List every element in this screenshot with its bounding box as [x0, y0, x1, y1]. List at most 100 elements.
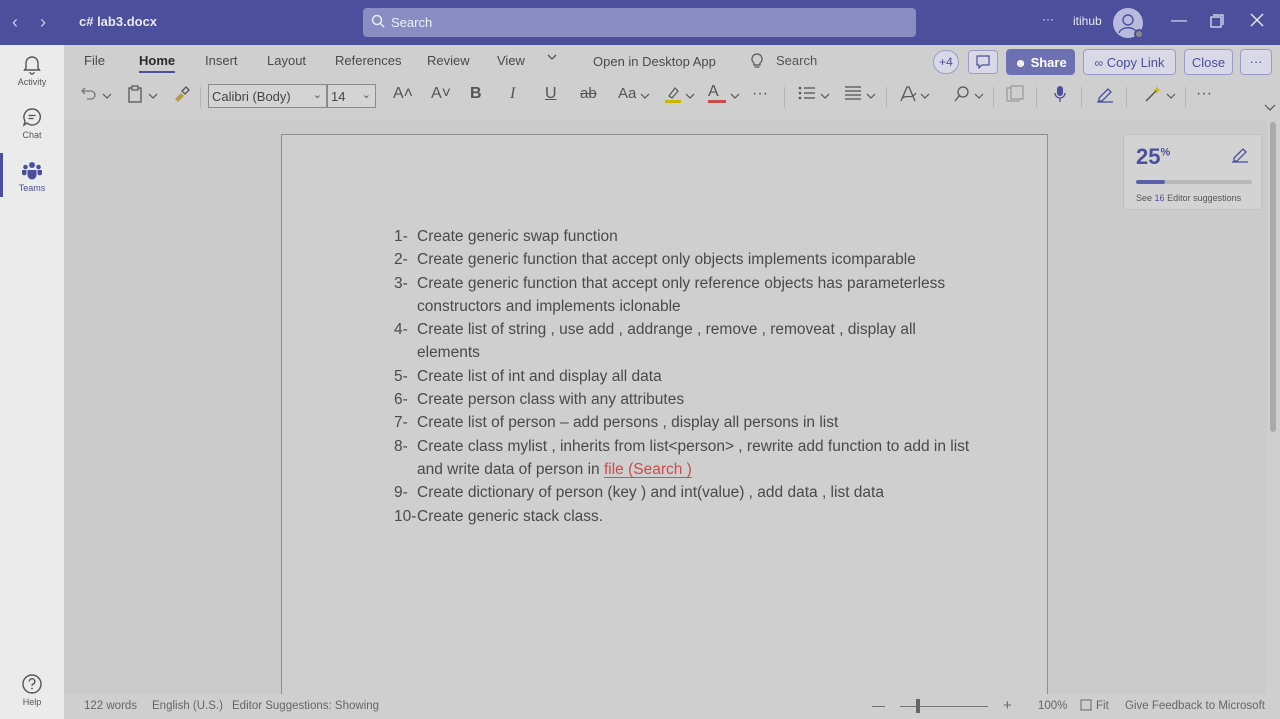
align-chevron-icon[interactable] — [866, 88, 876, 106]
reuse-file-icon[interactable] — [1006, 85, 1024, 108]
more-font-options-icon[interactable]: ··· — [752, 85, 768, 103]
editor-suggestions-link[interactable]: See 16 Editor suggestions — [1136, 193, 1241, 203]
list-item[interactable]: 4- Create list of string , use add , addr… — [394, 318, 974, 365]
clipboard-chevron-icon[interactable] — [148, 88, 158, 106]
tab-review[interactable]: Review — [427, 53, 470, 68]
more-toolbar-icon[interactable]: ··· — [1196, 85, 1212, 103]
ribbon-search[interactable]: Search — [776, 53, 817, 68]
format-painter-icon[interactable] — [172, 85, 190, 108]
designer-wand-icon[interactable] — [1144, 85, 1162, 108]
close-window-icon[interactable] — [1250, 13, 1264, 32]
rail-item-help[interactable]: Help — [0, 673, 64, 707]
open-desktop-app-link[interactable]: Open in Desktop App — [593, 54, 716, 69]
rail-item-teams[interactable]: Teams — [0, 159, 64, 193]
divider — [886, 87, 887, 107]
list-text: Create generic stack class. — [417, 507, 604, 525]
rail-item-activity[interactable]: Activity — [0, 53, 64, 87]
editor-pen-icon[interactable] — [1096, 85, 1114, 108]
comments-button[interactable] — [968, 50, 998, 74]
undo-icon[interactable] — [80, 85, 98, 106]
share-button[interactable]: ☻ Share — [1006, 49, 1075, 75]
divider — [1126, 87, 1127, 107]
change-case-button[interactable]: Aa — [618, 85, 636, 102]
align-icon[interactable] — [844, 85, 862, 106]
font-name-value: Calibri (Body) — [212, 89, 291, 104]
presence-dot — [1134, 29, 1144, 39]
list-item[interactable]: 2- Create generic function that accept on… — [394, 248, 974, 271]
tab-layout[interactable]: Layout — [267, 53, 306, 68]
tab-home[interactable]: Home — [139, 53, 176, 73]
shrink-font-icon[interactable]: A˅ — [431, 85, 451, 103]
zoom-level[interactable]: 100% — [1038, 700, 1067, 712]
underline-button[interactable]: U — [545, 85, 557, 103]
styles-icon[interactable] — [899, 85, 917, 108]
collaborators-badge[interactable]: +4 — [933, 50, 959, 74]
word-count[interactable]: 122 words — [84, 700, 137, 712]
tab-references[interactable]: References — [335, 53, 401, 68]
list-item[interactable]: 3- Create generic function that accept on… — [394, 272, 974, 319]
list-number: 5- — [394, 367, 408, 385]
vertical-scrollbar[interactable] — [1267, 120, 1280, 694]
highlight-icon[interactable] — [664, 85, 682, 108]
list-text: Create person class with any attributes — [417, 391, 685, 409]
minimize-icon[interactable]: — — [1171, 12, 1187, 30]
rail-label: Help — [22, 697, 42, 707]
list-item[interactable]: 9- Create dictionary of person (key ) and… — [394, 481, 974, 504]
grow-font-icon[interactable]: A˄ — [393, 85, 413, 103]
restore-icon[interactable] — [1210, 14, 1224, 33]
editor-score-value: 25 — [1136, 144, 1161, 169]
dictate-microphone-icon[interactable] — [1053, 85, 1067, 108]
zoom-in-button[interactable]: + — [1003, 697, 1012, 714]
fit-button[interactable]: Fit — [1096, 700, 1109, 712]
avatar[interactable] — [1113, 8, 1144, 39]
back-arrow-icon[interactable]: ‹ — [12, 12, 18, 33]
list-item[interactable]: 6- Create person class with any attribute… — [394, 388, 974, 411]
tab-file[interactable]: File — [84, 53, 105, 68]
global-search-box[interactable]: Search — [363, 8, 916, 37]
styles-chevron-icon[interactable] — [920, 88, 930, 106]
list-item[interactable]: 1- Create generic swap function — [394, 225, 974, 248]
document-page[interactable]: 1- Create generic swap function 2- Create … — [281, 134, 1048, 694]
bullets-chevron-icon[interactable] — [820, 88, 830, 106]
editor-status[interactable]: Editor Suggestions: Showing — [232, 700, 379, 712]
language[interactable]: English (U.S.) — [152, 700, 223, 712]
divider — [993, 87, 994, 107]
bullets-icon[interactable] — [798, 85, 816, 106]
zoom-out-button[interactable]: — — [872, 698, 885, 713]
list-item[interactable]: 7- Create list of person – add persons , … — [394, 411, 974, 434]
feedback-link[interactable]: Give Feedback to Microsoft — [1125, 700, 1265, 712]
zoom-slider-thumb[interactable] — [916, 699, 920, 713]
font-name-select[interactable]: Calibri (Body) ⌄ — [208, 84, 327, 108]
more-options-icon[interactable]: ··· — [1042, 12, 1054, 26]
editor-score-card[interactable]: 25% See 16 Editor suggestions — [1123, 134, 1262, 210]
highlight-chevron-icon[interactable] — [685, 88, 695, 106]
zoom-slider[interactable] — [900, 706, 988, 707]
more-actions-button[interactable]: ··· — [1240, 49, 1272, 75]
font-color-chevron-icon[interactable] — [730, 88, 740, 106]
tab-view[interactable]: View — [497, 53, 525, 68]
designer-chevron-icon[interactable] — [1166, 88, 1176, 106]
clipboard-icon[interactable] — [127, 85, 143, 108]
find-icon[interactable] — [953, 85, 971, 108]
forward-arrow-icon[interactable]: › — [40, 12, 46, 33]
list-item[interactable]: 10- Create generic stack class. — [394, 505, 974, 528]
copy-link-button[interactable]: ∞ Copy Link — [1083, 49, 1176, 75]
rail-label: Teams — [18, 183, 46, 193]
find-chevron-icon[interactable] — [974, 88, 984, 106]
list-number: 4- — [394, 321, 408, 339]
strikethrough-button[interactable]: ab — [580, 85, 597, 102]
expand-ribbon-chevron-icon[interactable] — [1264, 99, 1276, 117]
italic-button[interactable]: I — [510, 85, 515, 103]
case-chevron-icon[interactable] — [640, 88, 650, 106]
list-item[interactable]: 5- Create list of int and display all dat… — [394, 365, 974, 388]
undo-chevron-icon[interactable] — [102, 88, 112, 106]
list-item[interactable]: 8- Create class mylist , inherits from li… — [394, 435, 974, 482]
bold-button[interactable]: B — [470, 85, 482, 103]
close-button[interactable]: Close — [1184, 49, 1233, 75]
more-tabs-chevron-icon[interactable] — [546, 51, 558, 66]
font-color-icon[interactable]: A — [708, 83, 726, 103]
rail-item-chat[interactable]: Chat — [0, 106, 64, 140]
scrollbar-thumb[interactable] — [1270, 122, 1276, 432]
tab-insert[interactable]: Insert — [205, 53, 238, 68]
font-size-select[interactable]: 14 ⌄ — [327, 84, 376, 108]
